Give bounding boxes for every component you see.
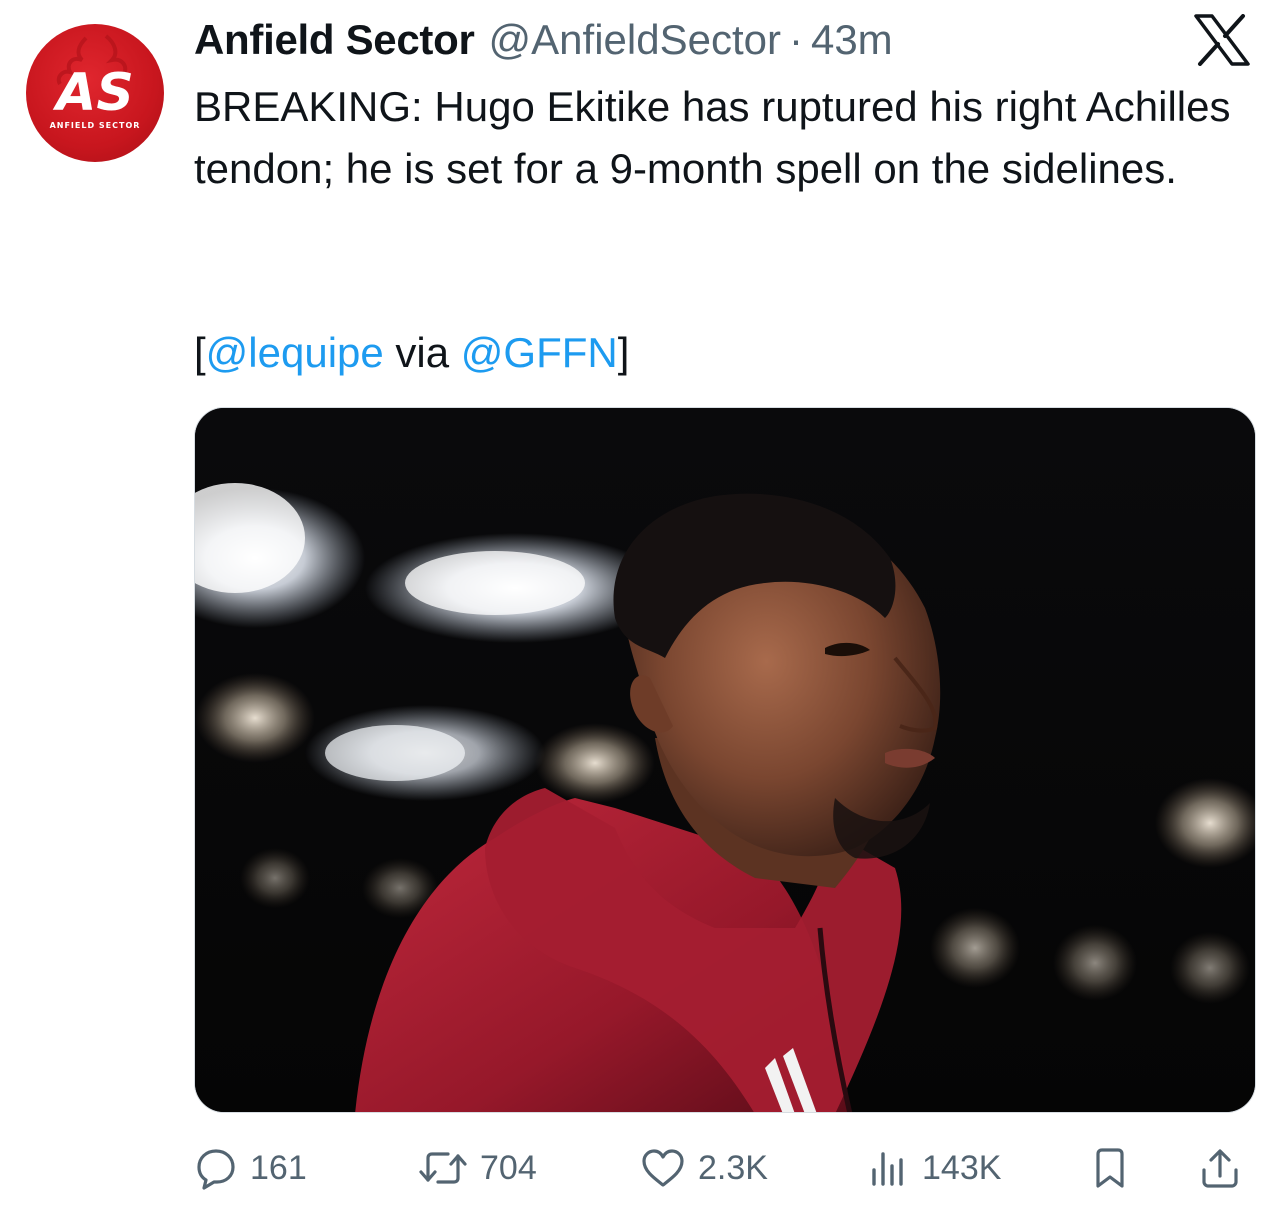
author-handle[interactable]: @AnfieldSector xyxy=(489,14,781,66)
author-name[interactable]: Anfield Sector xyxy=(194,14,475,66)
tweet-header: Anfield Sector @AnfieldSector · 43m xyxy=(194,14,893,66)
close-bracket: ] xyxy=(617,329,630,376)
post-time[interactable]: 43m xyxy=(811,14,893,66)
like-button[interactable]: 2.3K xyxy=(640,1140,768,1196)
reply-count: 161 xyxy=(250,1148,307,1187)
bookmark-icon xyxy=(1090,1146,1130,1190)
x-logo-icon xyxy=(1192,14,1252,66)
action-bar: 161 704 2.3K 143K xyxy=(194,1140,1256,1196)
avatar[interactable]: AS ANFIELD SECTOR xyxy=(26,24,164,162)
open-bracket: [ xyxy=(194,329,206,376)
anfield-sector-logo: AS ANFIELD SECTOR xyxy=(50,34,141,130)
bar-chart-icon xyxy=(866,1146,910,1190)
separator-dot: · xyxy=(788,16,803,63)
mention-gffn[interactable]: @GFFN xyxy=(461,329,618,376)
mention-lequipe[interactable]: @lequipe xyxy=(206,329,384,376)
tweet-text: BREAKING: Hugo Ekitike has ruptured his … xyxy=(194,83,1231,192)
repost-arrows-icon xyxy=(418,1146,468,1190)
source-line: [@lequipe via @GFFN] xyxy=(194,322,629,384)
bookmark-button[interactable] xyxy=(1090,1140,1130,1196)
views-button[interactable]: 143K xyxy=(866,1140,1001,1196)
avatar-monogram: AS xyxy=(52,63,134,123)
share-button[interactable] xyxy=(1198,1140,1242,1196)
share-icon xyxy=(1198,1146,1242,1190)
avatar-caption: ANFIELD SECTOR xyxy=(50,121,141,130)
via-text: via xyxy=(383,329,461,376)
reply-button[interactable]: 161 xyxy=(194,1140,307,1196)
heart-icon xyxy=(640,1146,686,1190)
speech-bubble-icon xyxy=(194,1146,238,1190)
repost-count: 704 xyxy=(480,1148,537,1187)
tweet-photo[interactable] xyxy=(194,407,1256,1113)
like-count: 2.3K xyxy=(698,1148,768,1187)
views-count: 143K xyxy=(922,1148,1002,1187)
repost-button[interactable]: 704 xyxy=(418,1140,537,1196)
